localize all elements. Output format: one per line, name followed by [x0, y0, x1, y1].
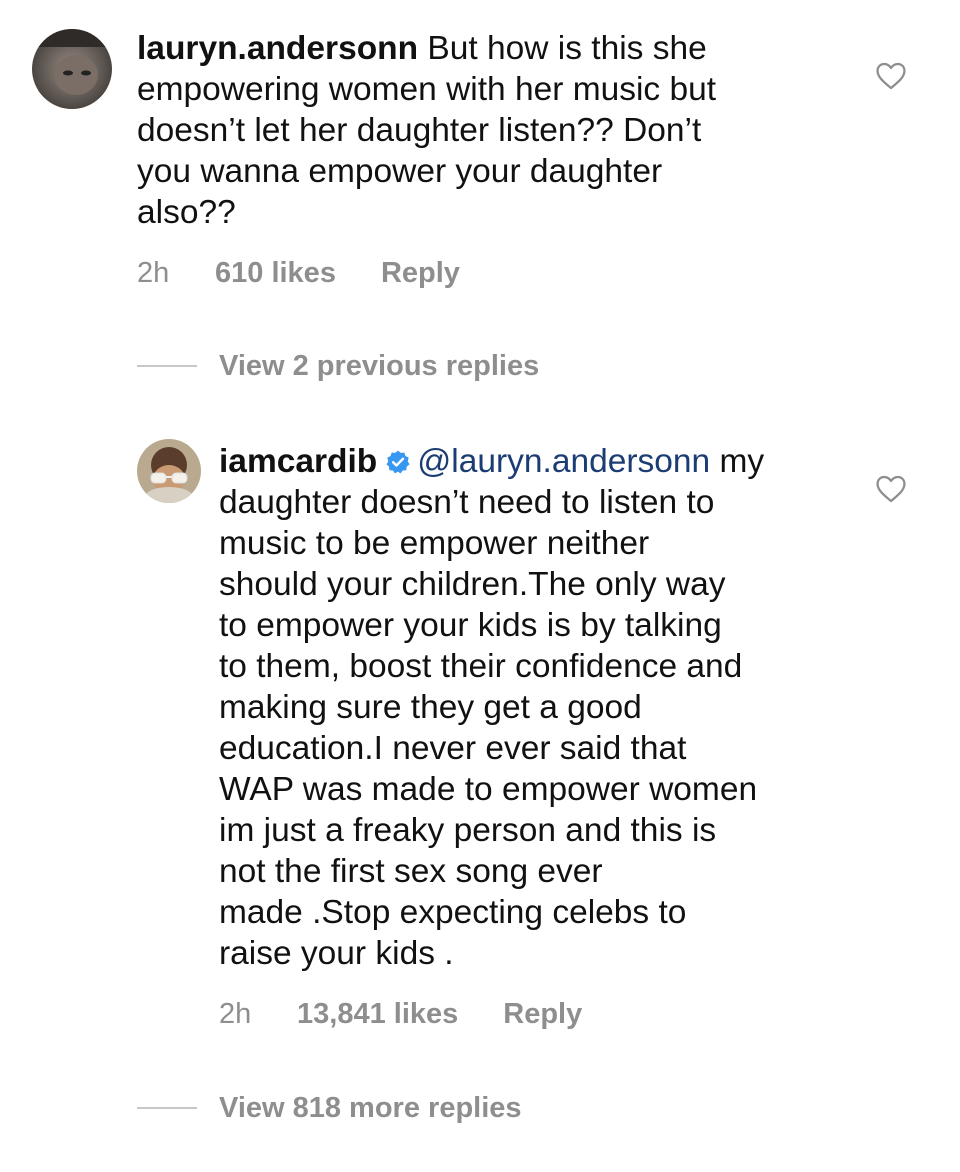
- verified-badge-icon: [386, 450, 410, 474]
- comment-time: 2h: [137, 256, 170, 289]
- username-cardib[interactable]: iamcardib: [219, 443, 377, 480]
- view-previous-replies-button[interactable]: View 2 previous replies: [137, 346, 539, 386]
- username-lauryn[interactable]: lauryn.andersonn: [137, 30, 418, 67]
- avatar-cardib[interactable]: [137, 439, 201, 503]
- reply-button[interactable]: Reply: [381, 257, 460, 290]
- comment-text: iamcardib @lauryn.andersonn my daughter d…: [219, 441, 859, 974]
- heart-icon[interactable]: [874, 472, 908, 506]
- divider-line: [137, 365, 197, 367]
- reply-button[interactable]: Reply: [503, 998, 582, 1031]
- avatar-lauryn-image: [32, 29, 112, 109]
- divider-line: [137, 1107, 197, 1109]
- likes-count[interactable]: 610 likes: [215, 257, 336, 290]
- mention-link[interactable]: @lauryn.andersonn: [417, 443, 710, 480]
- comment-body-cardib: daughter doesn’t need to listen to music…: [219, 484, 758, 972]
- comment-time: 2h: [219, 997, 252, 1030]
- heart-icon[interactable]: [874, 59, 908, 93]
- comment-text: lauryn.andersonn But how is this she emp…: [137, 28, 857, 233]
- view-previous-replies-label: View 2 previous replies: [219, 349, 540, 382]
- comment-meta-lauryn: 2h 610 likes Reply: [137, 253, 460, 293]
- avatar-lauryn[interactable]: [32, 29, 112, 109]
- comment-body-first: my: [719, 443, 765, 480]
- comment-meta-cardib: 2h 13,841 likes Reply: [219, 994, 582, 1034]
- avatar-cardib-image: [137, 439, 201, 503]
- view-more-replies-button[interactable]: View 818 more replies: [137, 1088, 522, 1128]
- view-more-replies-label: View 818 more replies: [219, 1091, 522, 1124]
- likes-count[interactable]: 13,841 likes: [297, 998, 458, 1031]
